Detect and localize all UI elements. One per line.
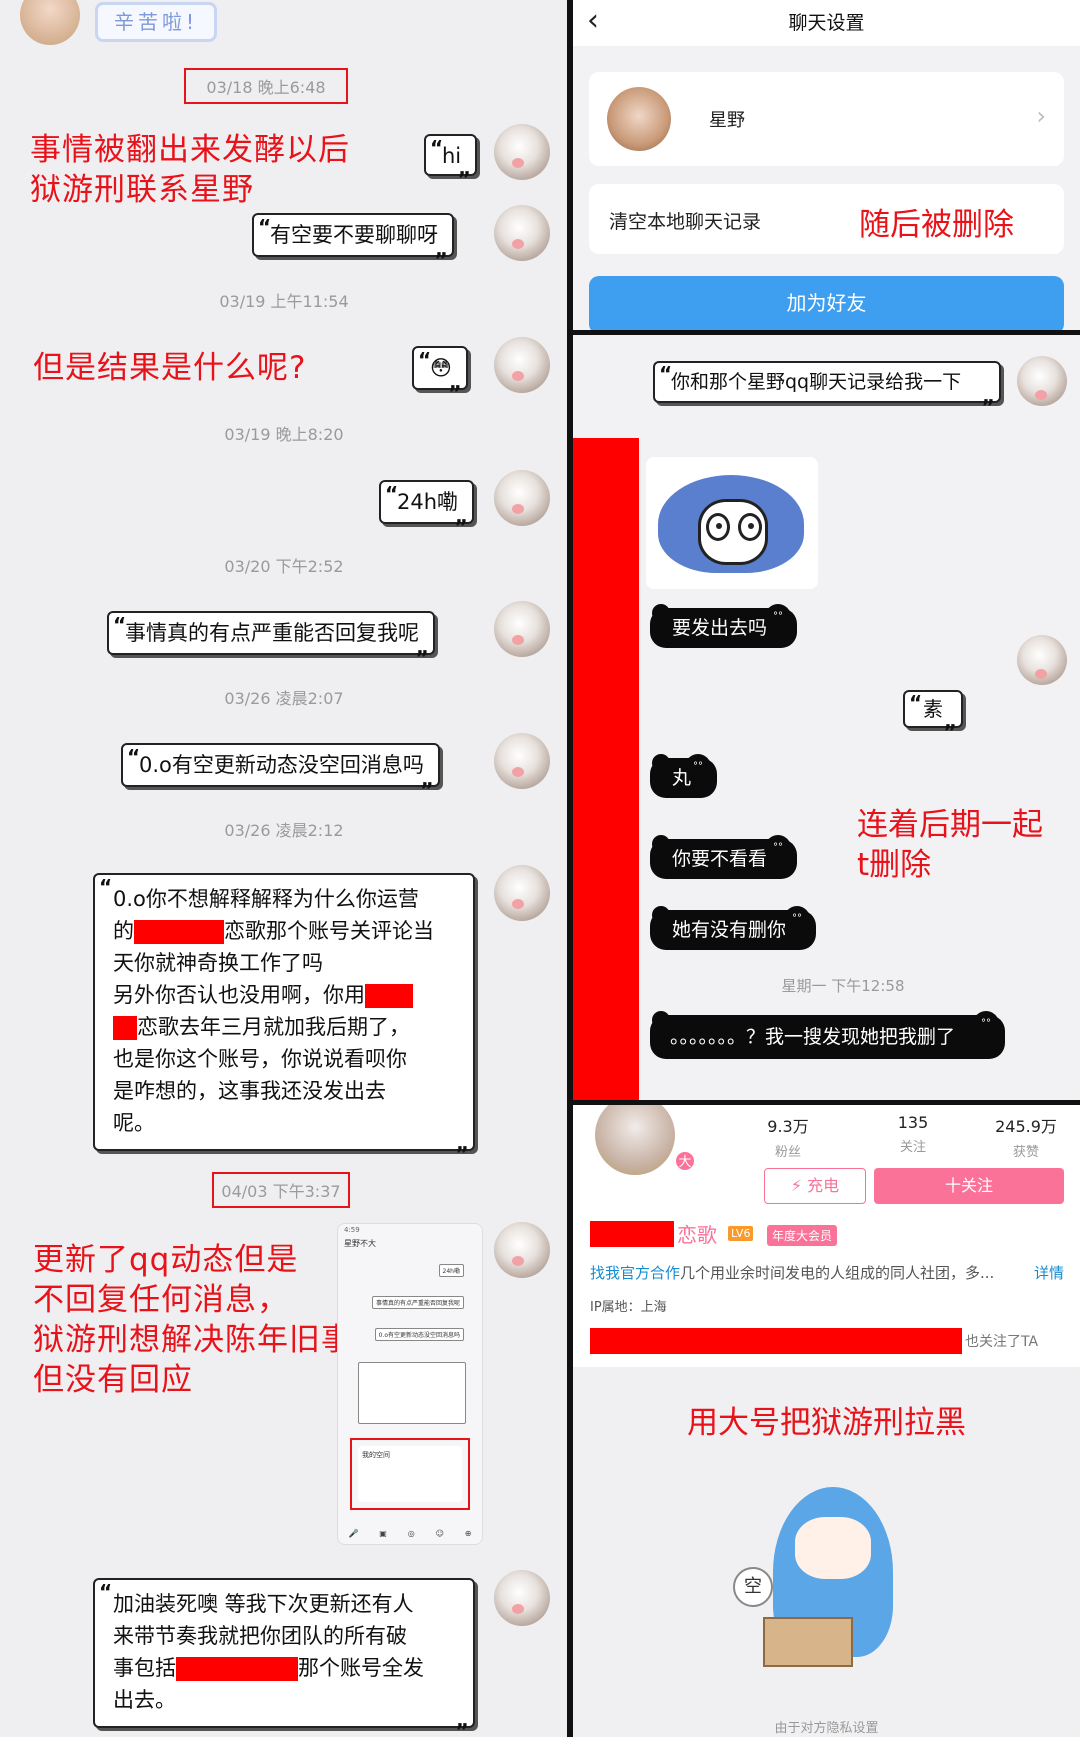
page-title: 聊天设置 [788,12,865,34]
mascot-illustration: 空 [733,1487,923,1677]
timestamp: 03/20 下午2:52 [224,557,344,576]
profile-panel: 大 9.3万 粉丝 135 关注 245.9万 获赞 ⚡ 充电 十关注 恋歌 LV6 … [573,1105,1080,1737]
plus-icon: ⊕ [464,1528,472,1538]
avatar[interactable] [494,124,550,180]
chat-bubble: “有空要不要聊聊呀 „ [252,213,454,261]
avatar[interactable] [1017,635,1067,685]
second-chat-panel: “你和那个星野qq聊天记录给我一下 „ 要发出去吗 °° “素 „ 丸 °° 你要不看看… [573,335,1080,1100]
chat-bubble: “事情真的有点严重能否回复我呢 „ [107,611,435,659]
redaction-bar [590,1328,962,1354]
chat-bubble: “0.o有空更新动态没空回消息吗 „ [121,743,440,791]
sticker-banner: 辛苦啦! [95,2,217,42]
annotation-note-2: 但是结果是什么呢? [33,350,307,386]
chat-bubble: “你和那个星野qq聊天记录给我一下 „ [653,361,1001,408]
ip-location: IP属地：上海 [590,1300,667,1315]
mini-highlight-box [350,1438,470,1510]
blocked-area: 用大号把狱游刑拉黑 空 [573,1367,1080,1737]
empty-bubble: 空 [733,1567,773,1607]
mutual-follow[interactable]: 也关注了TA [965,1331,1038,1351]
detail-link[interactable]: 详情 [1034,1262,1064,1283]
add-friend-button[interactable]: 加为好友 [589,276,1064,330]
embedded-screenshot: 4:59 星野不大 24h嘞 事情真的有点严重能否回复我呢 0.o有空更新动态没… [337,1223,483,1545]
mini-title: 星野不大 [344,1239,376,1248]
annotation-note-1: 事情被翻出来发酵以后 狱游刑联系星野 [30,132,350,208]
mini-long-bubble [358,1362,466,1424]
stat-fans[interactable]: 9.3万 粉丝 [743,1113,833,1160]
chat-bubble: “素 „ [903,690,963,733]
timestamp: 04/03 下午3:37 [212,1172,350,1208]
chat-bubble-long: “ 0.o你不想解释解释为什么你运营 的恋歌那个账号关评论当 天你就神奇换工作了… [93,873,475,1155]
charge-button[interactable]: ⚡ 充电 [764,1168,866,1204]
chat-bubble: “24h嘞 „ [379,480,475,528]
top-sticker: 辛苦啦! [10,0,220,55]
avatar[interactable] [494,1570,550,1626]
timestamp: 03/19 晚上8:20 [224,425,344,444]
avatar[interactable] [494,865,550,921]
stat-likes[interactable]: 245.9万 获赞 [981,1113,1071,1160]
avatar[interactable] [494,1222,550,1278]
clear-history-row[interactable]: 清空本地聊天记录 随后被删除 [589,184,1064,254]
avatar[interactable] [494,205,550,261]
follow-button[interactable]: 十关注 [874,1168,1064,1204]
chat-bubble: “hi „ [424,134,478,180]
timestamp: 星期一 下午12:58 [781,977,905,995]
dark-chat-bubble: 你要不看看 °° [650,835,798,879]
mini-status-bar: 4:59 [344,1226,360,1234]
timestamp: 03/18 晚上6:48 [184,68,348,104]
dark-chat-bubble: 她有没有删你 °° [650,906,817,950]
verified-badge: 大 [674,1150,696,1172]
emoji-icon: ☺ [435,1528,444,1538]
privacy-notice: 由于对方隐私设置 [774,1721,879,1736]
camera-icon: ◎ [407,1528,415,1538]
vip-badge: 年度大会员 [767,1225,838,1246]
timestamp: 03/19 上午11:54 [219,292,349,311]
annotation-deleted: 随后被删除 [859,207,1014,243]
chat-bubble: “😳 „ [412,346,468,394]
level-badge: LV6 [728,1226,754,1241]
timestamp: 03/26 凌晨2:12 [224,821,344,840]
mic-icon: 🎤 [348,1528,359,1538]
annotation-note-3: 更新了qq动态但是 不回复任何消息， 狱游刑想解决陈年旧事 但没有回应 [33,1242,353,1398]
contact-name: 星野 [709,110,745,131]
chevron-right-icon: › [1036,102,1046,130]
mini-bubble: 事情真的有点严重能否回复我呢 [371,1296,464,1309]
timestamp: 03/26 凌晨2:07 [224,689,344,708]
clear-history-label: 清空本地聊天记录 [609,211,762,233]
sticker-avatar [20,0,80,45]
sticker-image [646,457,818,589]
chat-settings-panel: ‹ 聊天设置 星野 › 清空本地聊天记录 随后被删除 加为好友 [573,0,1080,330]
annotation-note-5: 用大号把狱游刑拉黑 [687,1405,966,1441]
dark-chat-bubble: 。。。。。。。？我一搜发现她把我删了 °° [650,1011,1005,1059]
contact-avatar [607,87,671,151]
redaction-bar [590,1221,674,1247]
avatar[interactable] [1017,356,1067,406]
avatar[interactable] [494,601,550,657]
mini-toolbar: 🎤 ▣ ◎ ☺ ⊕ [338,1522,482,1544]
avatar[interactable] [494,733,550,789]
dark-chat-bubble: 丸 °° [650,754,718,798]
avatar[interactable] [494,470,550,526]
profile-avatar[interactable] [595,1105,675,1175]
annotation-note-4: 连着后期一起 t删除 [857,807,1043,883]
profile-sign: 找我官方合作几个用业余时间发电的人组成的同人社团，多... [590,1264,995,1282]
contact-card[interactable]: 星野 › [589,72,1064,166]
image-icon: ▣ [379,1528,387,1538]
dark-chat-bubble: 要发出去吗 °° [650,604,798,648]
stat-following[interactable]: 135 关注 [868,1113,958,1155]
chat-bubble-long: “ 加油装死噢 等我下次更新还有人 来带节奏我就把你团队的所有破 事包括 那个账号… [93,1578,475,1732]
biz-link[interactable]: 找我官方合作 [590,1264,680,1282]
nav-bar: ‹ 聊天设置 [573,0,1080,46]
username: 恋歌 [677,1223,717,1247]
mini-bubble: 24h嘞 [438,1264,464,1277]
mini-bubble: 0.o有空更新动态没空回消息吗 [374,1328,464,1341]
avatar[interactable] [494,337,550,393]
redaction-bar [573,438,639,1100]
left-chat-panel: 辛苦啦! 03/18 晚上6:48 事情被翻出来发酵以后 狱游刑联系星野 “hi… [0,0,567,1737]
